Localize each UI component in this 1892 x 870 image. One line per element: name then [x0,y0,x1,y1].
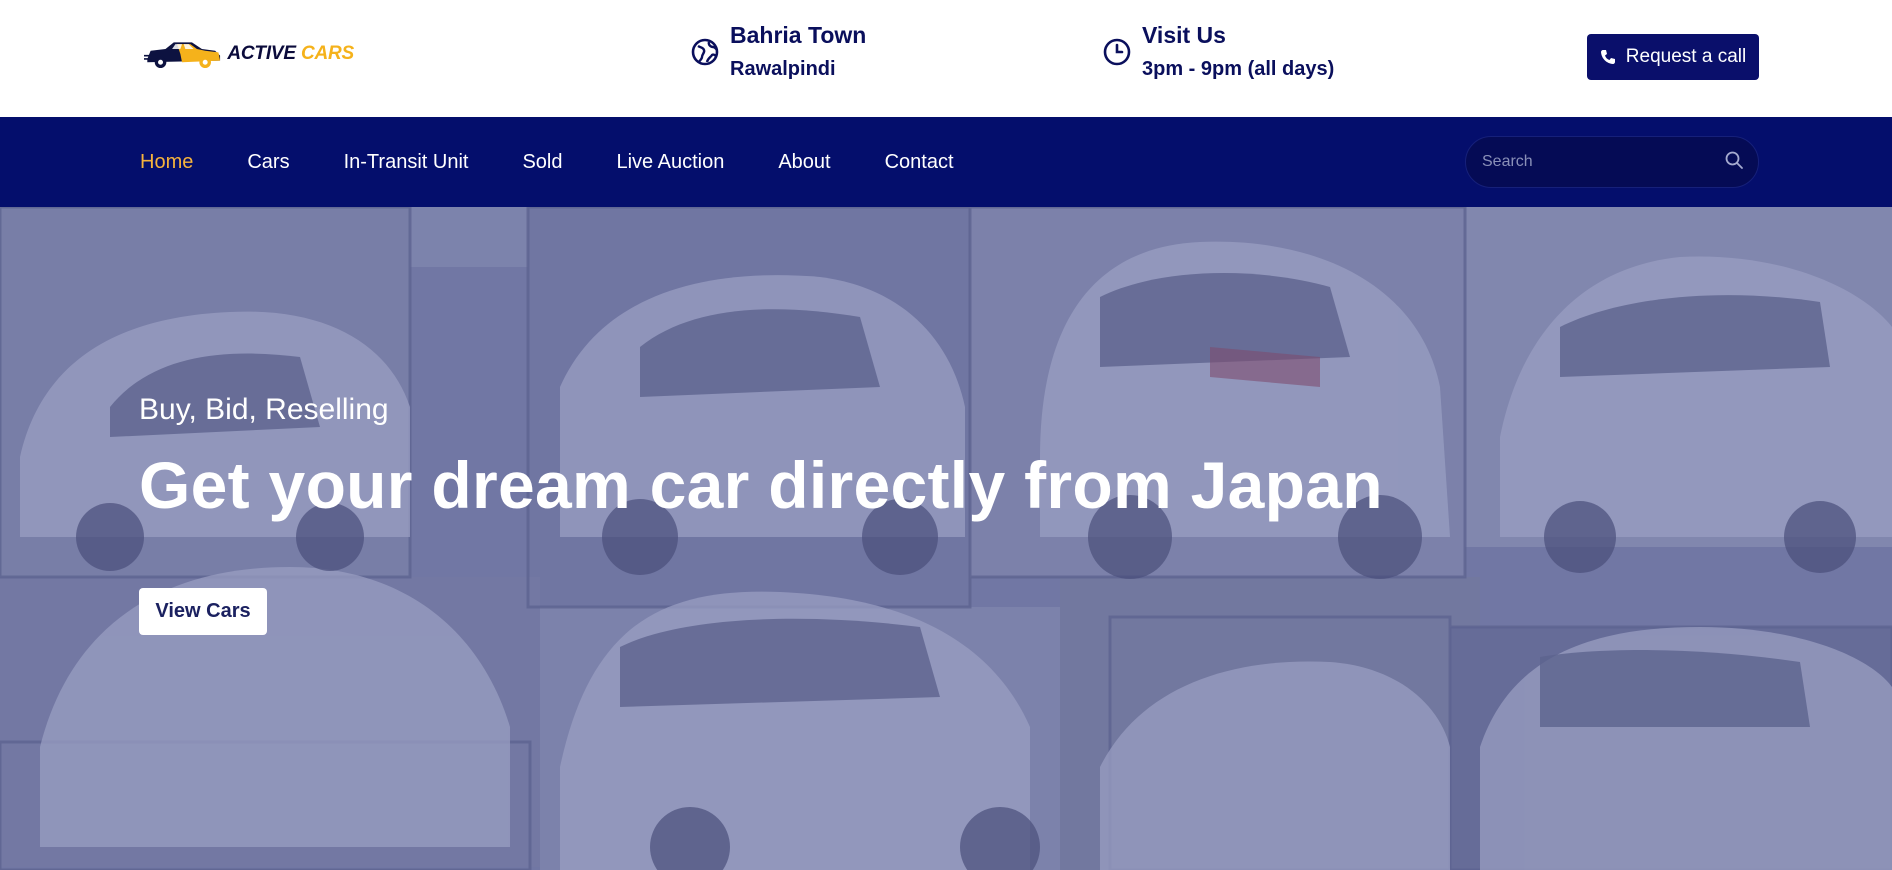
location-title: Bahria Town [730,22,867,48]
request-call-label: Request a call [1625,46,1747,67]
nav-item-contact[interactable]: Contact [885,151,954,174]
location-city: Rawalpindi [730,58,836,80]
view-cars-button[interactable]: View Cars [139,588,267,635]
hero-banner: Buy, Bid, Reselling Get your dream car d… [0,207,1892,870]
hours-info: Visit Us 3pm - 9pm (all days) [1102,20,1334,84]
hero-overlay [0,207,1892,870]
site-logo[interactable]: ACTIVE CARS [144,28,354,80]
top-header: ACTIVE CARS Bahria Town Rawalpindi Visit… [0,0,1892,117]
nav-item-cars[interactable]: Cars [247,151,289,174]
hours-text: 3pm - 9pm (all days) [1142,58,1335,80]
nav-item-home[interactable]: Home [140,151,193,174]
main-nav: Home Cars In-Transit Unit Sold Live Auct… [0,117,1892,207]
search-icon[interactable] [1724,150,1744,175]
hero-title: Get your dream car directly from Japan [139,448,1383,522]
location-info: Bahria Town Rawalpindi [690,20,866,84]
car-logo-icon [144,42,221,69]
nav-item-live-auction[interactable]: Live Auction [616,151,724,174]
nav-menu: Home Cars In-Transit Unit Sold Live Auct… [140,117,1008,207]
hero-subtitle: Buy, Bid, Reselling [139,393,389,426]
clock-icon [1102,37,1132,67]
search-input[interactable] [1482,153,1724,171]
phone-icon [1600,50,1615,64]
nav-item-about[interactable]: About [778,151,830,174]
logo-word-active: ACTIVE [227,43,296,64]
request-call-button[interactable]: Request a call [1587,34,1759,80]
nav-item-sold[interactable]: Sold [522,151,562,174]
logo-text: ACTIVE CARS [227,43,354,65]
nav-item-in-transit-unit[interactable]: In-Transit Unit [344,151,469,174]
logo-word-cars: CARS [300,43,354,64]
search-bar [1465,136,1759,188]
globe-icon [690,37,720,67]
hours-title: Visit Us [1142,22,1226,48]
